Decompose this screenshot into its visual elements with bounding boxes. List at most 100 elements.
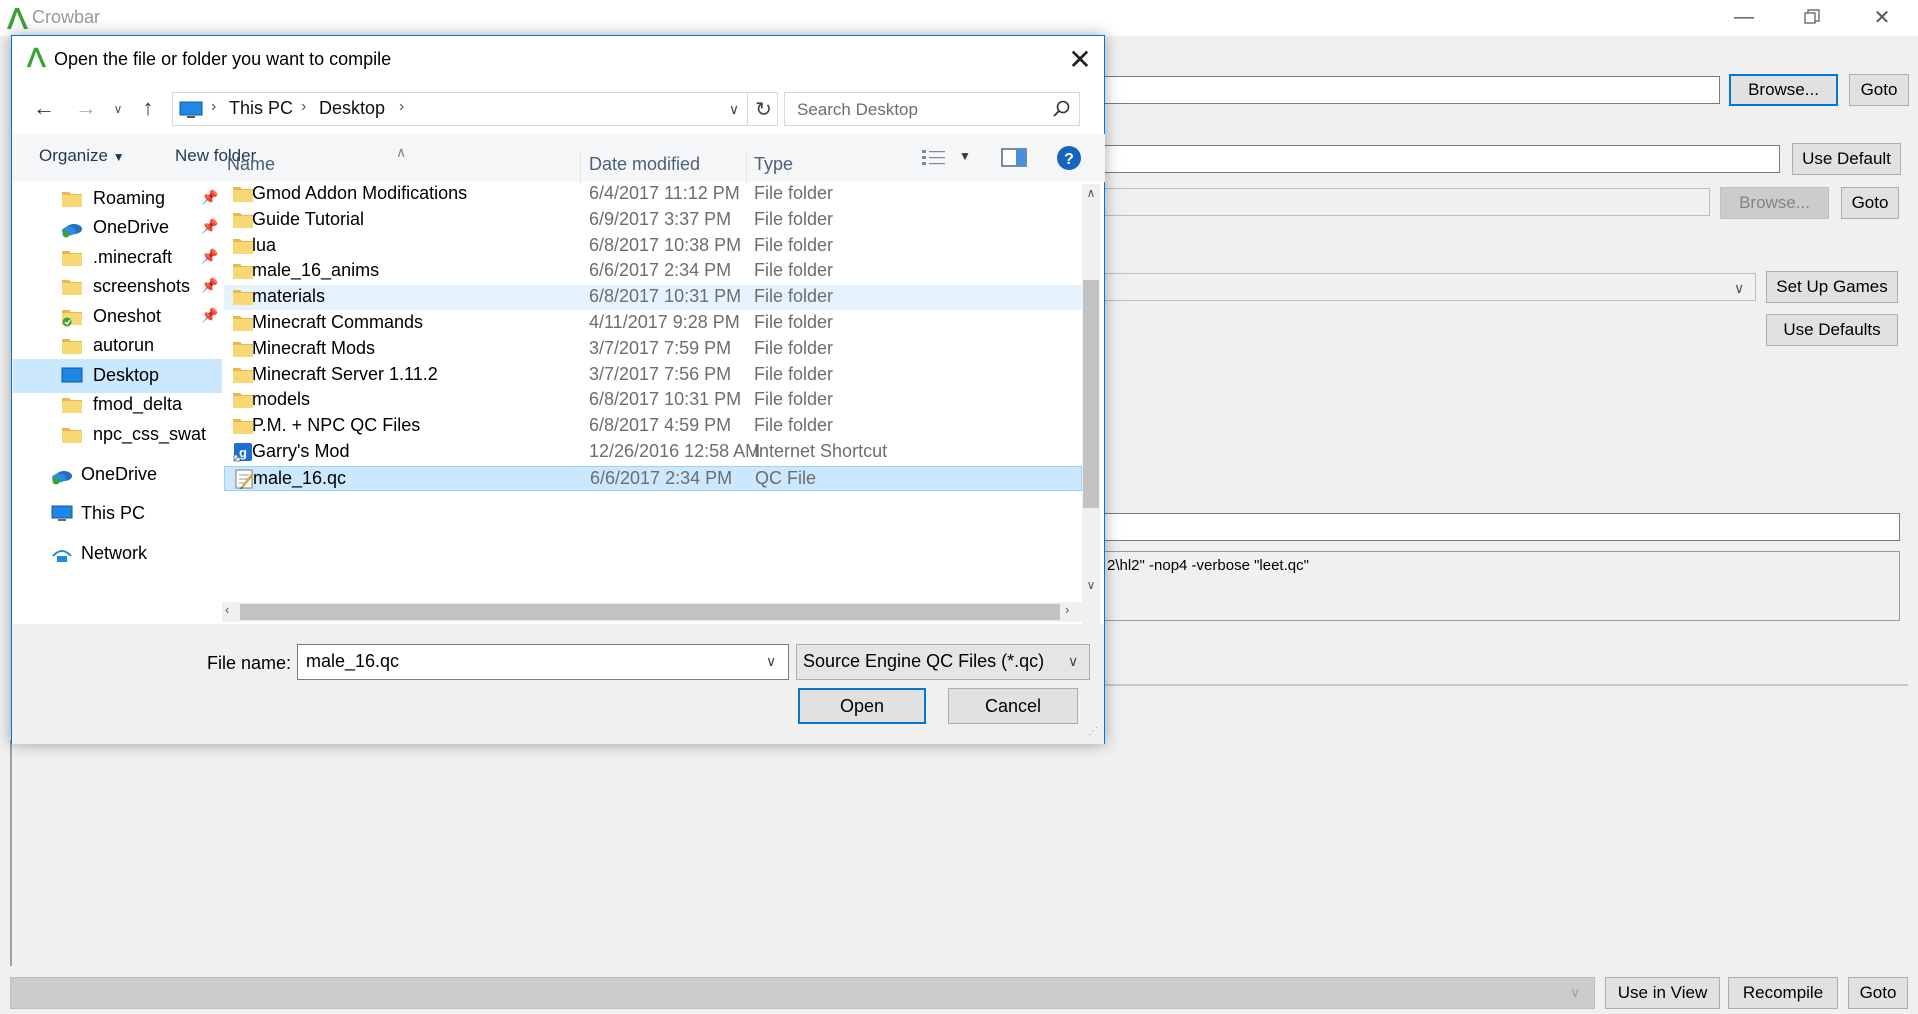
file-type: File folder xyxy=(754,363,834,384)
file-list-vscroll-thumb[interactable] xyxy=(1083,280,1099,508)
caret-down-icon: ▼ xyxy=(959,149,971,163)
input-path-field[interactable] xyxy=(1100,76,1720,104)
nav-item-this-pc[interactable]: This PC xyxy=(13,497,223,531)
preview-pane-icon[interactable] xyxy=(1001,146,1027,170)
folder-icon xyxy=(62,339,82,354)
folder-icon xyxy=(233,187,253,202)
browse-output-button[interactable]: Browse... xyxy=(1720,187,1829,219)
file-row[interactable]: materials 6/8/2017 10:31 PM File folder xyxy=(224,285,1082,311)
file-date-modified: 6/8/2017 10:38 PM xyxy=(589,234,742,255)
file-row[interactable]: Minecraft Server 1.11.2 3/7/2017 7:56 PM F… xyxy=(224,363,1082,388)
file-type: QC File xyxy=(755,467,817,488)
pin-icon[interactable]: 📌 xyxy=(201,248,218,265)
goto-output-button[interactable]: Goto xyxy=(1841,187,1899,219)
nav-item-screenshots[interactable]: screenshots 📌 xyxy=(13,270,223,304)
column-header-date-modified[interactable]: Date modified xyxy=(589,154,700,175)
folder-icon xyxy=(233,290,253,306)
file-row[interactable]: Minecraft Mods 3/7/2017 7:59 PM File folde… xyxy=(224,337,1082,362)
use-in-view-button[interactable]: Use in View xyxy=(1605,977,1720,1009)
address-bar[interactable]: › This PC › Desktop › ∨ ↻ xyxy=(172,92,778,126)
direct-options-field[interactable] xyxy=(1100,513,1900,541)
file-name: Garry's Mod xyxy=(252,441,350,461)
nav-item-npc-css-swat[interactable]: npc_css_swat xyxy=(13,418,223,452)
folder-icon xyxy=(233,341,253,357)
scroll-up-icon[interactable]: ∧ xyxy=(1082,186,1100,200)
pin-icon[interactable]: 📌 xyxy=(201,277,218,294)
file-type-select[interactable]: Source Engine QC Files (*.qc) xyxy=(796,644,1090,680)
refresh-icon[interactable]: ↻ xyxy=(747,93,779,125)
nav-item-network[interactable]: Network xyxy=(13,537,223,571)
file-row[interactable]: male_16_anims 6/6/2017 2:34 PM File folder xyxy=(224,259,1082,284)
file-row[interactable]: Gmod Addon Modifications 6/4/2017 11:12 P… xyxy=(224,182,1082,207)
qc-file-icon xyxy=(235,469,253,489)
resize-grip-icon[interactable]: ⋰ xyxy=(1088,726,1098,737)
search-box[interactable]: Search Desktop xyxy=(784,92,1080,126)
column-header-name[interactable]: Name xyxy=(227,154,275,175)
file-row[interactable]: g Garry's Mod 12/26/2016 12:58 AM Internet … xyxy=(224,440,1082,465)
file-type: File folder xyxy=(754,183,834,203)
breadcrumb-chevron-icon: › xyxy=(211,98,217,115)
game-select-combo[interactable] xyxy=(1100,273,1756,301)
browse-input-button[interactable]: Browse... xyxy=(1729,74,1838,106)
restore-icon xyxy=(1804,9,1820,24)
output-file-combo[interactable] xyxy=(10,977,1595,1009)
file-name-input[interactable]: male_16.qc xyxy=(297,644,789,680)
file-date-modified: 6/8/2017 10:31 PM xyxy=(589,389,742,410)
desktop-icon xyxy=(61,367,83,383)
nav-item-onedrive[interactable]: OneDrive 📌 xyxy=(13,211,223,245)
goto-output-file-button[interactable]: Goto xyxy=(1848,977,1908,1009)
up-arrow-icon[interactable]: ↑ xyxy=(130,90,166,126)
scroll-right-icon[interactable]: › xyxy=(1065,602,1069,617)
file-row[interactable]: models 6/8/2017 10:31 PM File folder xyxy=(224,388,1082,413)
scroll-left-icon[interactable]: ‹ xyxy=(225,602,229,617)
crowbar-logo-icon xyxy=(26,47,47,68)
file-row[interactable]: P.M. + NPC QC Files 6/8/2017 4:59 PM File … xyxy=(224,414,1082,439)
chevron-down-icon[interactable]: ∨ xyxy=(766,653,776,670)
pin-icon[interactable]: 📌 xyxy=(201,218,218,235)
output-path-field[interactable] xyxy=(1100,145,1780,173)
onedrive-icon xyxy=(62,224,82,238)
file-row[interactable]: Guide Tutorial 6/9/2017 3:37 PM File folde… xyxy=(224,208,1082,233)
help-icon[interactable]: ? xyxy=(1056,145,1082,171)
pin-icon[interactable]: 📌 xyxy=(201,189,218,206)
goto-input-button[interactable]: Goto xyxy=(1849,74,1909,106)
minimize-button[interactable]: — xyxy=(1710,0,1778,34)
file-row[interactable]: Minecraft Commands 4/11/2017 9:28 PM File … xyxy=(224,311,1082,336)
file-type: File folder xyxy=(754,208,834,229)
file-name: Minecraft Mods xyxy=(252,337,376,358)
set-up-games-button[interactable]: Set Up Games xyxy=(1766,271,1898,303)
nav-item-autorun[interactable]: autorun xyxy=(13,329,223,363)
log-pane-border xyxy=(10,740,12,966)
pin-icon[interactable]: 📌 xyxy=(201,307,218,324)
recent-locations-chevron-icon[interactable]: ∨ xyxy=(108,94,128,124)
use-defaults-button[interactable]: Use Defaults xyxy=(1766,314,1898,346)
use-default-button[interactable]: Use Default xyxy=(1792,143,1901,175)
scroll-down-icon[interactable]: ∨ xyxy=(1082,578,1100,592)
close-button[interactable]: ✕ xyxy=(1848,0,1916,34)
breadcrumb-desktop[interactable]: Desktop xyxy=(319,98,385,119)
change-view-button[interactable]: ▼ xyxy=(921,144,981,172)
file-row[interactable]: male_16.qc 6/6/2017 2:34 PM QC File xyxy=(224,465,1082,491)
file-list-hscroll-thumb[interactable] xyxy=(240,604,1060,620)
file-row[interactable]: lua 6/8/2017 10:38 PM File folder xyxy=(224,234,1082,259)
address-dropdown-icon[interactable]: ∨ xyxy=(723,95,745,123)
chevron-down-icon: ∨ xyxy=(1734,280,1745,296)
breadcrumb-this-pc[interactable]: This PC xyxy=(229,98,293,119)
back-arrow-icon[interactable]: ← xyxy=(26,90,62,126)
forward-arrow-icon[interactable]: → xyxy=(68,90,104,126)
file-type: File folder xyxy=(754,260,834,281)
organize-button[interactable]: Organize ▼ xyxy=(39,146,125,166)
folder-icon xyxy=(62,398,82,413)
nav-item-fmod-delta[interactable]: fmod_delta xyxy=(13,388,223,422)
cancel-button[interactable]: Cancel xyxy=(948,688,1078,724)
file-date-modified: 6/8/2017 10:31 PM xyxy=(589,286,742,307)
recompile-button[interactable]: Recompile xyxy=(1728,977,1838,1009)
file-name: models xyxy=(252,389,311,410)
dialog-close-button[interactable]: ✕ xyxy=(1062,42,1098,76)
navigation-pane: Roaming 📌 OneDrive 📌 .minecraft 📌 screenshots 📌… xyxy=(13,182,243,630)
open-button[interactable]: Open xyxy=(798,688,926,724)
restore-button[interactable] xyxy=(1778,0,1846,34)
caret-down-icon: ▼ xyxy=(112,150,125,164)
nav-item-onedrive[interactable]: OneDrive xyxy=(13,458,223,492)
column-header-type[interactable]: Type xyxy=(754,154,793,175)
